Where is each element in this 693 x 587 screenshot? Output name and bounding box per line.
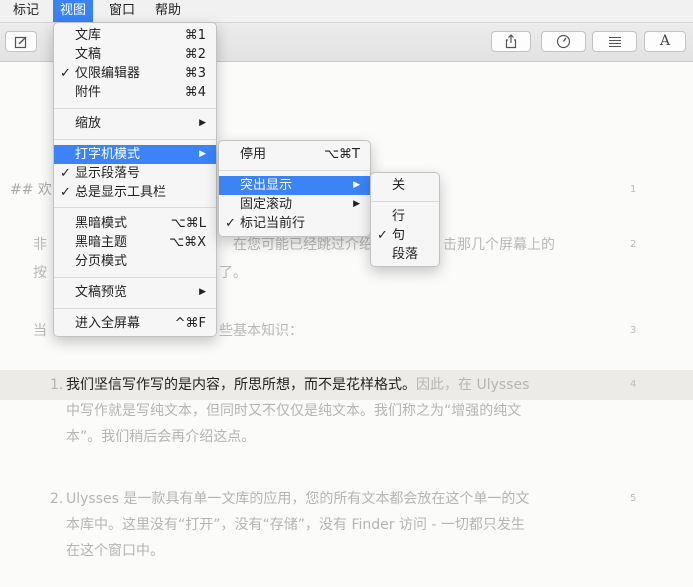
- highlight-submenu: 关 行 ✓ 句 段落: [370, 172, 440, 267]
- compose-button[interactable]: [5, 31, 37, 52]
- submenu-arrow-icon: ▶: [199, 118, 206, 128]
- menu-separator: [54, 308, 216, 309]
- typewriter-submenu: 停用 ⌥⌘T 突出显示 ▶ 固定滚动 ▶ ✓ 标记当前行: [218, 140, 371, 237]
- menu-item-sheets[interactable]: 文稿 ⌘2: [54, 45, 216, 64]
- stats-button[interactable]: [541, 31, 586, 52]
- menu-separator: [54, 139, 216, 140]
- font-button[interactable]: A: [644, 31, 686, 52]
- heading-fragment: ## 欢: [10, 182, 52, 198]
- paragraph-text: 击那几个屏幕上的: [443, 237, 555, 253]
- item-text: 在这个窗口中。: [66, 543, 164, 559]
- item-text: 本库中。这里没有“打开”，没有“存储”，没有 Finder 访问 - 一切都只发…: [66, 517, 525, 533]
- line-number: 3: [630, 325, 637, 336]
- menu-item-highlight[interactable]: 突出显示 ▶: [219, 176, 370, 195]
- compose-icon: [14, 36, 27, 49]
- menu-item-line[interactable]: 行: [371, 207, 439, 226]
- font-icon: A: [659, 33, 671, 49]
- checkmark-icon: ✓: [60, 166, 71, 181]
- view-menu: 文库 ⌘1 文稿 ⌘2 ✓ 仅限编辑器 ⌘3 附件 ⌘4 缩放 ▶ 打字机模式 ▶ ✓ 显示段落…: [53, 22, 217, 337]
- paragraph-text: 了。: [219, 265, 247, 281]
- menu-separator: [371, 201, 439, 202]
- item-text: 本”。我们稍后会再介绍这点。: [66, 429, 256, 445]
- list-item: 2. Ulysses 是一款具有单一文库的应用，您的所有文本都会放在这个单一的文…: [50, 486, 570, 566]
- checkmark-icon: ✓: [225, 216, 236, 231]
- line-number: 2: [630, 239, 637, 250]
- item-text: Ulysses 是一款具有单一文库的应用，您的所有文本都会放在这个单一的文: [66, 491, 530, 507]
- menu-item-paragraph[interactable]: 段落: [371, 245, 439, 264]
- speedometer-icon: [556, 34, 571, 49]
- menu-item-disable[interactable]: 停用 ⌥⌘T: [219, 145, 370, 164]
- list-icon: [608, 36, 621, 48]
- menu-item-show-paragraph-numbers[interactable]: ✓ 显示段落号: [54, 164, 216, 183]
- menu-separator: [54, 108, 216, 109]
- menu-item-zoom[interactable]: 缩放 ▶: [54, 114, 216, 133]
- submenu-arrow-icon: ▶: [353, 180, 360, 190]
- checkmark-icon: ✓: [60, 185, 71, 200]
- menu-item-editor-only[interactable]: ✓ 仅限编辑器 ⌘3: [54, 64, 216, 83]
- menu-separator: [54, 277, 216, 278]
- menu-item-sentence[interactable]: ✓ 句: [371, 226, 439, 245]
- list-item: 1. 我们坚信写作写的是内容，所思所想，而不是花样格式。因此，在 Ulysses…: [50, 372, 570, 452]
- item-text: 因此，在 Ulysses: [416, 377, 530, 393]
- submenu-arrow-icon: ▶: [353, 199, 360, 209]
- checkmark-icon: ✓: [377, 228, 388, 243]
- checkmark-icon: ✓: [60, 66, 71, 81]
- line-number: 5: [630, 493, 637, 504]
- share-icon: [505, 34, 517, 49]
- menu-item-fixed-scrolling[interactable]: 固定滚动 ▶: [219, 195, 370, 214]
- menu-item-attachments[interactable]: 附件 ⌘4: [54, 83, 216, 102]
- menu-mark[interactable]: 标记: [6, 0, 46, 22]
- paragraph-text: 当: [33, 323, 47, 339]
- menu-item-dark-theme[interactable]: 黑暗主题 ⌥⌘X: [54, 233, 216, 252]
- menu-view[interactable]: 视图: [53, 0, 94, 22]
- menu-item-page-mode[interactable]: 分页模式: [54, 252, 216, 271]
- menu-separator: [219, 170, 370, 171]
- current-sentence: 我们坚信写作写的是内容，所思所想，而不是花样格式。: [66, 377, 416, 393]
- menu-item-always-show-toolbar[interactable]: ✓ 总是显示工具栏: [54, 183, 216, 202]
- menu-item-sheet-preview[interactable]: 文稿预览 ▶: [54, 283, 216, 302]
- menu-window[interactable]: 窗口: [102, 0, 142, 22]
- paragraph-text: 些基本知识：: [219, 323, 303, 339]
- item-text: 中写作就是写纯文本，但同时又不仅仅是纯文本。我们称之为“增强的纯文: [66, 403, 522, 419]
- line-number: 4: [630, 379, 637, 390]
- list-number: 1.: [50, 377, 64, 393]
- menu-item-typewriter-mode[interactable]: 打字机模式 ▶: [54, 145, 216, 164]
- menu-item-off[interactable]: 关: [371, 176, 439, 195]
- menu-item-library[interactable]: 文库 ⌘1: [54, 26, 216, 45]
- menu-item-enter-full-screen[interactable]: 进入全屏幕 ^⌘F: [54, 314, 216, 333]
- list-number: 2.: [50, 491, 64, 507]
- menu-help[interactable]: 帮助: [148, 0, 188, 22]
- menu-item-dark-mode[interactable]: 黑暗模式 ⌥⌘L: [54, 214, 216, 233]
- menu-bar: 标记 视图 窗口 帮助: [0, 0, 693, 23]
- share-button[interactable]: [491, 31, 531, 52]
- submenu-arrow-icon: ▶: [199, 149, 206, 159]
- outline-button[interactable]: [592, 31, 637, 52]
- menu-item-mark-current-line[interactable]: ✓ 标记当前行: [219, 214, 370, 233]
- menu-separator: [54, 207, 216, 208]
- paragraph-text: 非: [33, 237, 47, 253]
- line-number: 1: [630, 184, 637, 195]
- paragraph-text: 按: [33, 265, 47, 281]
- submenu-arrow-icon: ▶: [199, 287, 206, 297]
